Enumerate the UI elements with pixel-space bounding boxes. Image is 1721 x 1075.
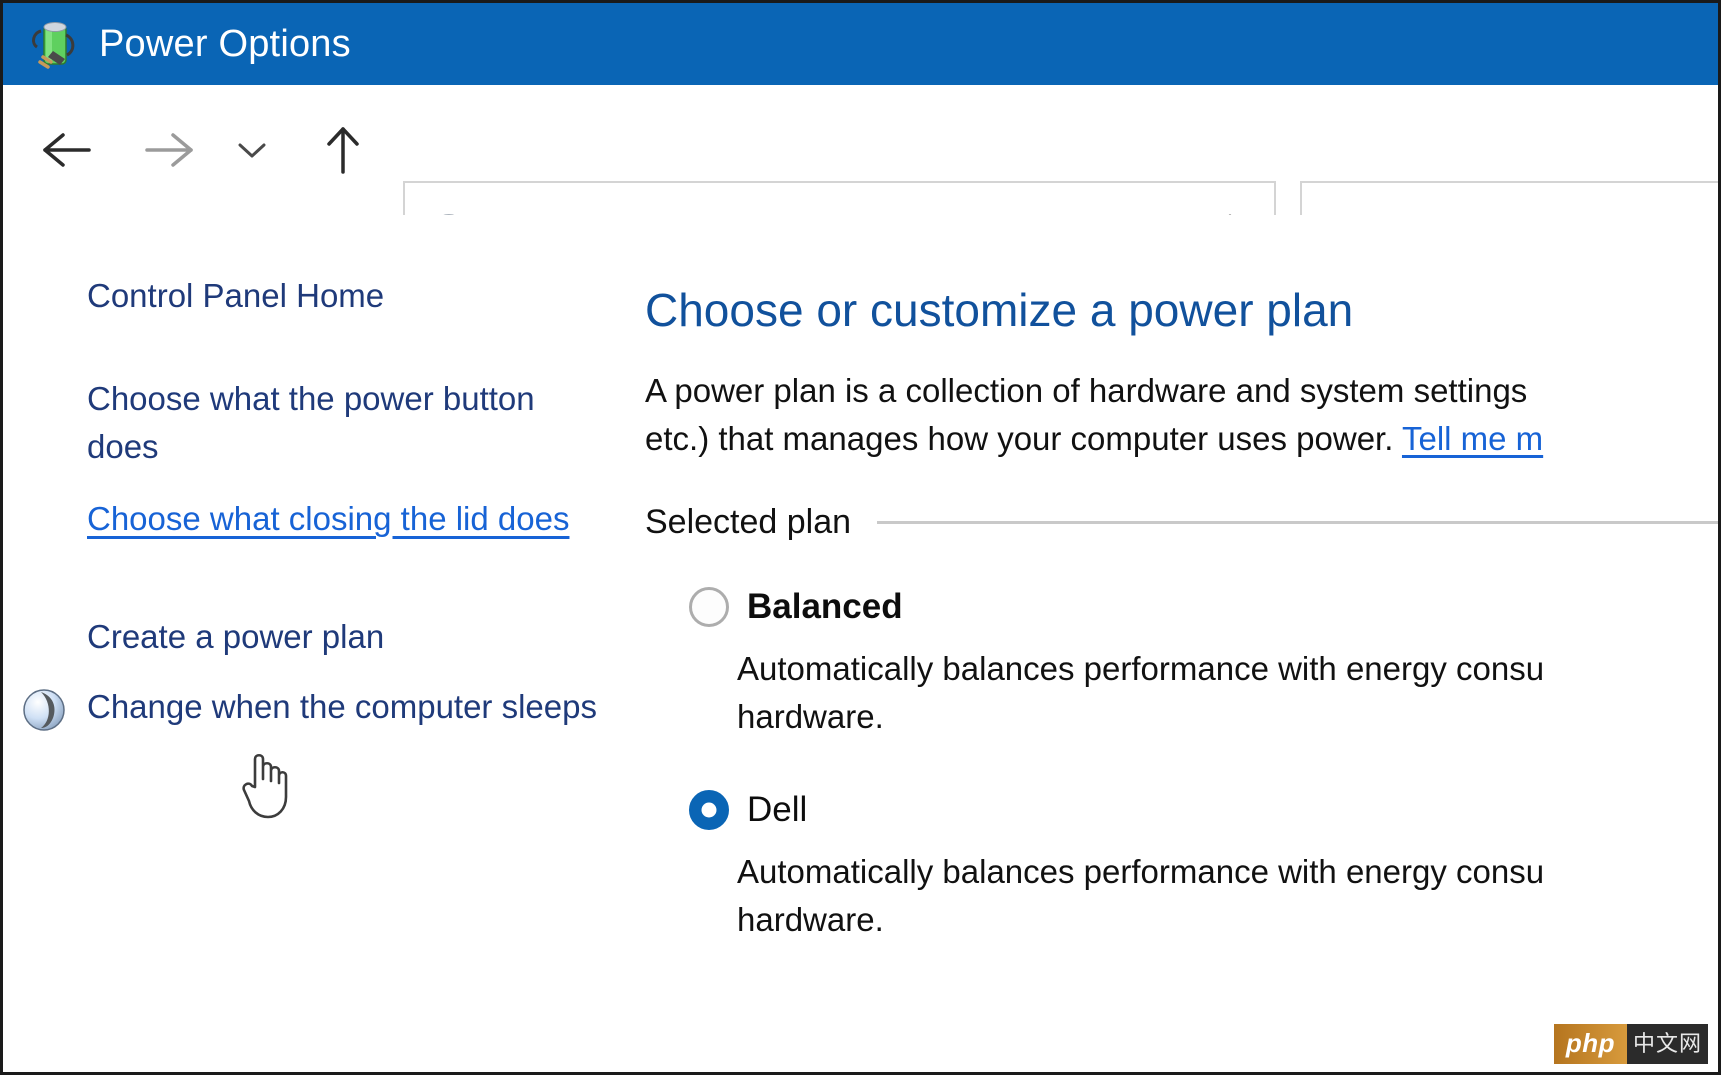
main-content-pane: Choose or customize a power plan A power… [633, 215, 1718, 1072]
watermark: php 中文网 [1553, 1024, 1708, 1064]
plan-row[interactable]: Balanced [689, 587, 1718, 627]
plan-name-balanced: Balanced [747, 587, 903, 626]
page-title: Choose or customize a power plan [645, 284, 1354, 336]
sidebar-item-create-power-plan[interactable]: Create a power plan [87, 613, 607, 661]
selected-plan-label: Selected plan [645, 503, 852, 541]
power-options-window: Power Options Control Panel Home Choose … [0, 0, 1721, 1075]
power-plan-option-dell[interactable]: Dell Automatically balances performance … [689, 790, 1718, 944]
page-description-text: A power plan is a collection of hardware… [645, 372, 1528, 457]
back-arrow-icon[interactable] [37, 120, 97, 180]
radio-balanced[interactable] [689, 587, 729, 627]
group-divider [877, 521, 1718, 524]
forward-arrow-icon[interactable] [139, 120, 199, 180]
power-plan-option-balanced[interactable]: Balanced Automatically balances performa… [689, 587, 1718, 741]
window-title: Power Options [99, 22, 351, 65]
up-arrow-icon[interactable] [313, 120, 373, 180]
hand-pointer-cursor [235, 743, 297, 821]
radio-dell[interactable] [689, 790, 729, 830]
recent-locations-chevron-down-icon[interactable] [225, 120, 279, 180]
power-plug-battery-icon [27, 17, 81, 71]
title-bar: Power Options [3, 3, 1718, 85]
plan-name-dell: Dell [747, 790, 808, 829]
sidebar-item-choose-closing-lid[interactable]: Choose what closing the lid does [87, 495, 607, 543]
plan-row[interactable]: Dell [689, 790, 1718, 830]
sidebar-item-control-panel-home[interactable]: Control Panel Home [87, 272, 607, 320]
tell-me-more-link[interactable]: Tell me m [1402, 420, 1543, 457]
page-description: A power plan is a collection of hardware… [645, 367, 1718, 463]
plan-description-dell: Automatically balances performance with … [737, 853, 1545, 938]
left-navigation-pane: Control Panel Home Choose what the power… [3, 215, 633, 1072]
sleep-moon-icon [21, 687, 67, 733]
navigation-toolbar: « All Cont... › Power Options Search Con… [3, 85, 1718, 285]
plan-description-balanced: Automatically balances performance with … [737, 650, 1545, 735]
sidebar-item-change-when-computer-sleeps[interactable]: Change when the computer sleeps [87, 683, 607, 731]
watermark-php-logo: php [1553, 1024, 1627, 1064]
selected-plan-group-header: Selected plan [645, 503, 1718, 542]
watermark-chinese-text: 中文网 [1626, 1024, 1708, 1064]
sidebar-item-choose-power-button[interactable]: Choose what the power button does [87, 375, 607, 471]
